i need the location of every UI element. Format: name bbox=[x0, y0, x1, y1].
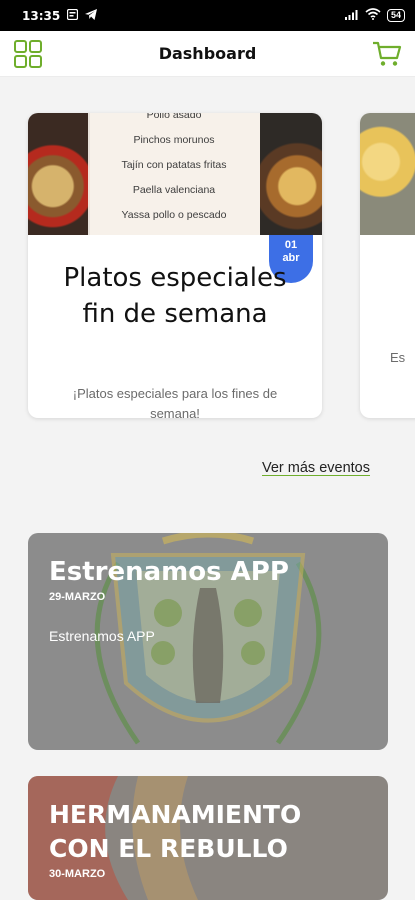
event-description: Es bbox=[390, 350, 406, 365]
menu-item: Yassa pollo o pescado bbox=[121, 209, 227, 221]
news-body: Estrenamos APP bbox=[49, 628, 155, 644]
news-date: 29-MARZO bbox=[49, 591, 106, 603]
app-bar: Dashboard bbox=[0, 31, 415, 77]
page-title: Dashboard bbox=[158, 44, 257, 63]
menu-panel: Pollo asado Pinchos morunos Tajín con pa… bbox=[88, 113, 260, 235]
news-title: HERMANAMIENTO CON EL REBULLO bbox=[49, 800, 302, 863]
grid-menu-icon[interactable] bbox=[12, 38, 44, 70]
news-card[interactable]: HERMANAMIENTO CON EL REBULLO 30-MARZO bbox=[28, 776, 388, 900]
event-title: Platos especiales fin de semana bbox=[63, 263, 287, 329]
menu-item: Tajín con patatas fritas bbox=[121, 159, 227, 171]
event-image: Pollo asado Pinchos morunos Tajín con pa… bbox=[28, 113, 322, 235]
notification-icon bbox=[67, 8, 79, 23]
menu-item: Pollo asado bbox=[146, 113, 202, 121]
event-image bbox=[360, 113, 415, 235]
more-events-link[interactable]: Ver más eventos bbox=[262, 460, 370, 476]
cart-icon[interactable] bbox=[371, 38, 403, 70]
date-day: 01 bbox=[284, 239, 298, 251]
telegram-icon bbox=[85, 8, 98, 23]
news-card[interactable]: Estrenamos APP 29-MARZO Estrenamos APP bbox=[28, 533, 388, 750]
news-date: 30-MARZO bbox=[49, 868, 106, 880]
status-bar: 13:35 54 bbox=[0, 0, 415, 31]
battery-icon: 54 bbox=[386, 9, 405, 22]
menu-item: Paella valenciana bbox=[132, 184, 216, 196]
event-card[interactable]: Es bbox=[360, 113, 415, 418]
menu-item: Pinchos morunos bbox=[133, 134, 215, 146]
events-carousel[interactable]: Pollo asado Pinchos morunos Tajín con pa… bbox=[28, 113, 415, 419]
wifi-icon bbox=[365, 8, 381, 23]
news-title: Estrenamos APP bbox=[49, 557, 289, 587]
food-photo-right bbox=[260, 113, 322, 235]
signal-icon bbox=[344, 8, 359, 23]
food-photo-left bbox=[28, 113, 90, 235]
event-description: ¡Platos especiales para los fines de sem… bbox=[72, 386, 278, 418]
event-card[interactable]: Pollo asado Pinchos morunos Tajín con pa… bbox=[28, 113, 322, 418]
status-time: 13:35 bbox=[22, 8, 61, 23]
